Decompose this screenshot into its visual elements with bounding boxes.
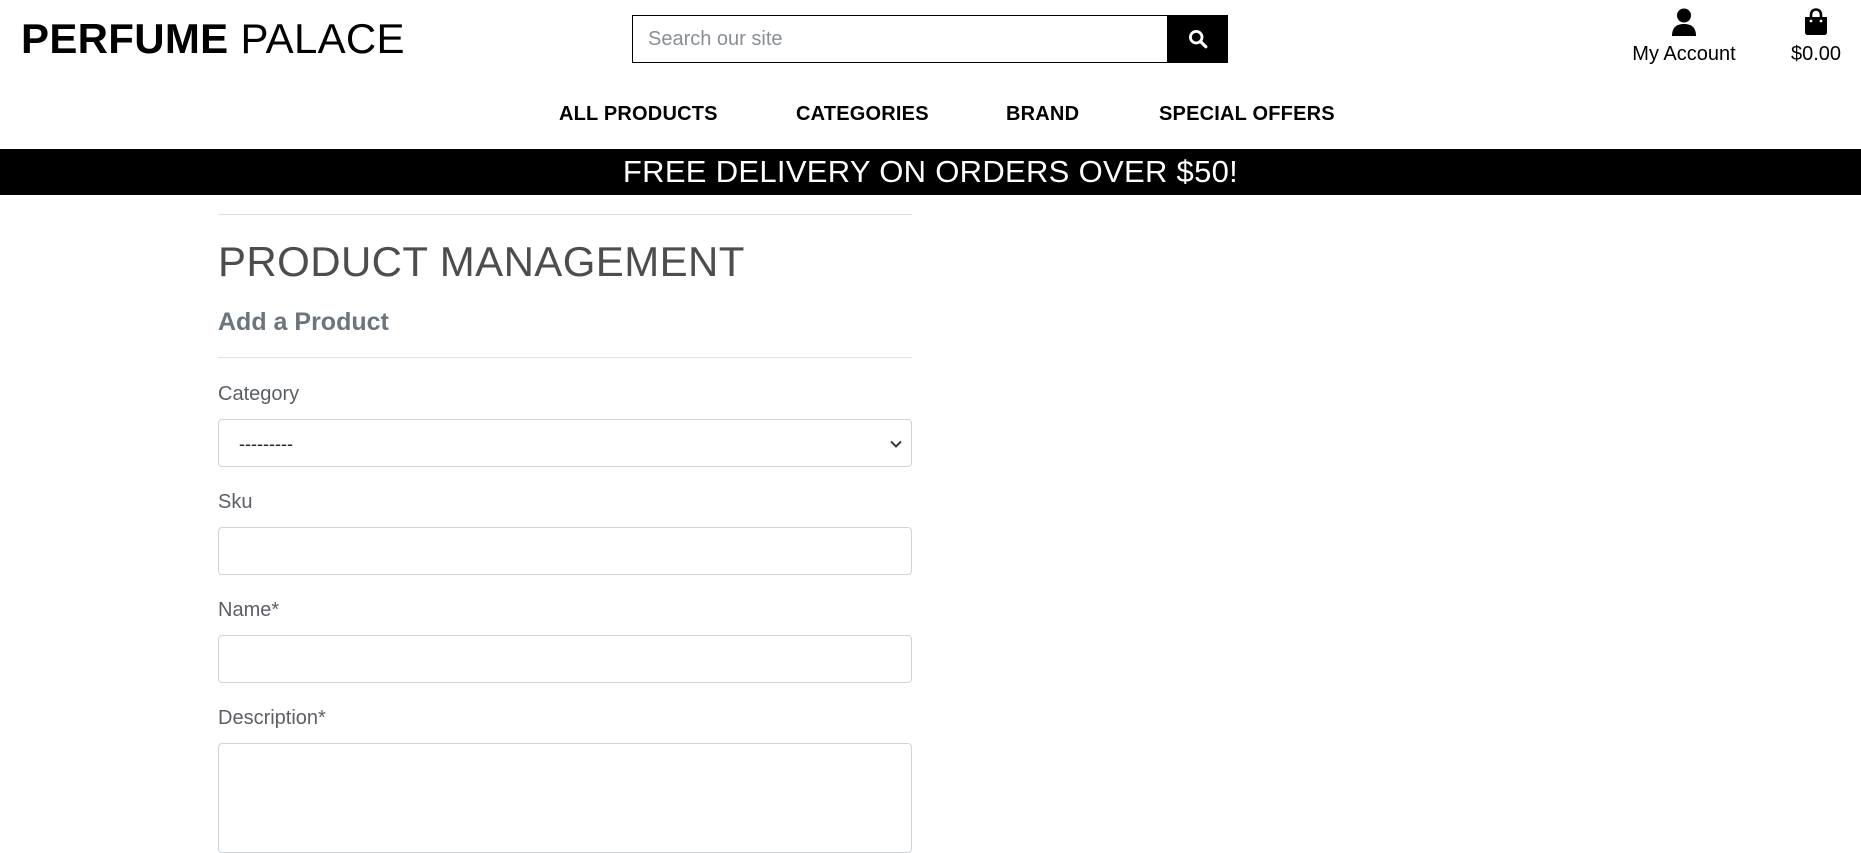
nav-special-offers[interactable]: SPECIAL OFFERS [1159,100,1335,128]
nav-brand[interactable]: BRAND [1006,100,1079,128]
category-label: Category [218,383,300,405]
top-divider [218,214,912,215]
name-label: Name* [218,599,280,621]
main-nav: ALL PRODUCTS CATEGORIES BRAND SPECIAL OF… [0,100,1861,130]
chevron-down-icon [890,440,902,448]
site-header: PERFUME PALACE My Account $0.00 ALL PROD… [0,0,1861,149]
logo-strong: PERFUME [21,15,229,62]
my-account-link[interactable]: My Account [1630,8,1738,66]
user-icon [1672,8,1696,36]
name-field: Name* [218,598,912,683]
sku-input[interactable] [218,527,912,575]
product-management-content: PRODUCT MANAGEMENT Add a Product Categor… [218,195,912,853]
subtitle-divider [218,357,912,358]
description-field: Description* [218,706,912,853]
page-title: PRODUCT MANAGEMENT [218,238,745,285]
site-logo[interactable]: PERFUME PALACE [21,14,405,64]
free-delivery-banner: FREE DELIVERY ON ORDERS OVER $50! [0,149,1861,195]
shopping-bag-icon [1805,8,1827,35]
bag-total: $0.00 [1790,43,1842,65]
search-icon [1188,29,1207,49]
page-subtitle: Add a Product [218,308,389,336]
search-input[interactable] [632,15,1167,63]
search-button[interactable] [1167,15,1228,63]
logo-light: PALACE [240,15,405,62]
search-form [632,15,1228,63]
my-account-label: My Account [1632,43,1736,65]
nav-categories[interactable]: CATEGORIES [796,100,929,128]
sku-field: Sku [218,490,912,575]
sku-label: Sku [218,491,253,513]
name-input[interactable] [218,635,912,683]
description-label: Description* [218,707,326,729]
description-textarea[interactable] [218,743,912,853]
shopping-bag-link[interactable]: $0.00 [1786,8,1846,66]
category-selected-value: --------- [239,434,293,454]
category-select[interactable]: --------- [218,419,912,467]
nav-all-products[interactable]: ALL PRODUCTS [559,100,718,128]
category-field: Category --------- [218,382,912,467]
